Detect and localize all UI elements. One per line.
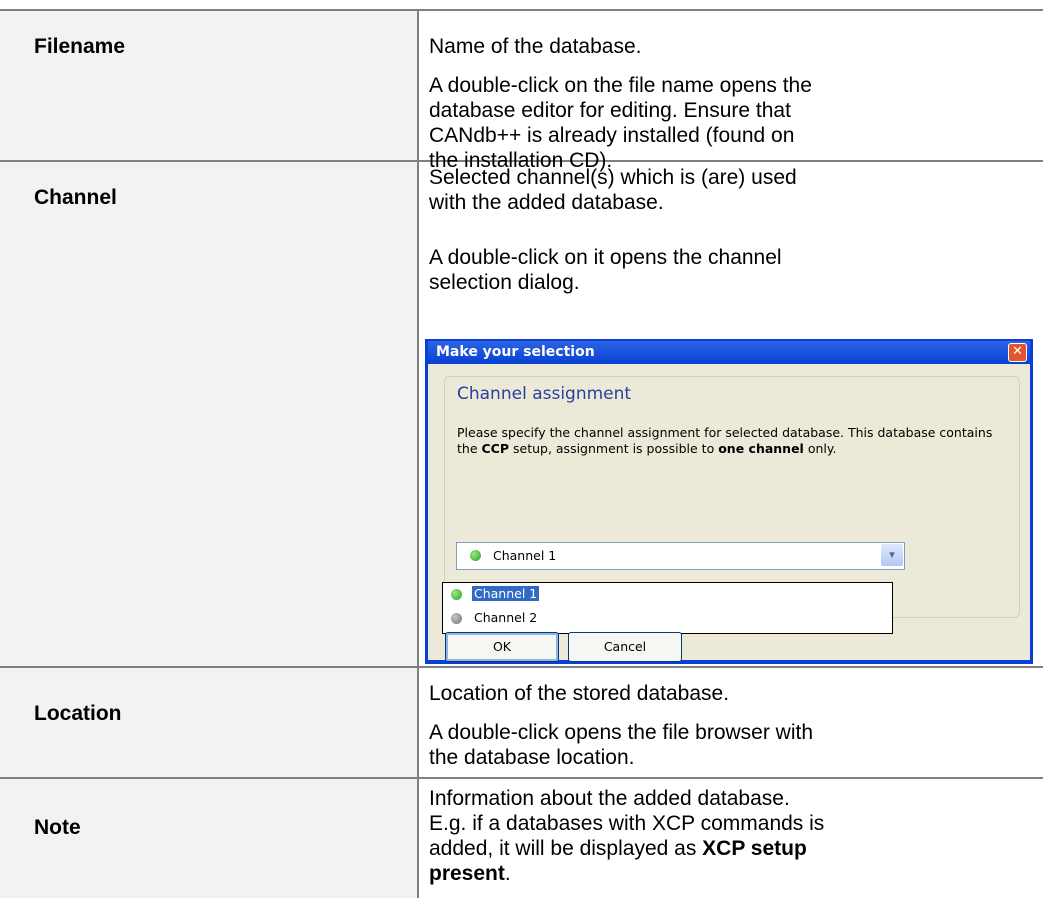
option-label-selected: Channel 1 (472, 586, 540, 601)
row-label-channel: Channel (34, 186, 117, 209)
row-divider (0, 777, 1043, 779)
channel-selection-dialog: Make your selection ✕ Channel assignment… (425, 339, 1033, 664)
channel-select-value: Channel 1 (493, 548, 557, 563)
dropdown-option-channel-1[interactable]: Channel 1 (443, 583, 892, 607)
filename-desc-2: A double-click on the file name opens th… (429, 74, 812, 172)
dialog-title: Make your selection (436, 344, 595, 360)
instructions-bold-one-channel: one channel (718, 441, 804, 456)
ok-button[interactable]: OK (445, 632, 559, 662)
chevron-down-icon[interactable]: ▾ (881, 544, 903, 566)
channel-dropdown-list: Channel 1 Channel 2 (442, 582, 893, 634)
label-cell-filename (0, 9, 417, 160)
status-dot-green-icon (470, 550, 481, 561)
status-dot-green-icon (451, 589, 462, 600)
location-desc-1: Location of the stored database. (429, 682, 730, 705)
row-divider (0, 9, 1043, 11)
channel-desc-1: Selected channel(s) which is (are) used … (429, 166, 797, 214)
instructions-text: setup, assignment is possible to (509, 441, 719, 456)
location-desc-2: A double-click opens the file browser wi… (429, 721, 814, 769)
label-cell-channel (0, 161, 417, 666)
row-label-filename: Filename (34, 35, 126, 58)
cancel-button[interactable]: Cancel (568, 632, 682, 662)
close-icon[interactable]: ✕ (1008, 343, 1027, 362)
dialog-titlebar: Make your selection ✕ (428, 341, 1030, 363)
option-label: Channel 1 (472, 586, 540, 601)
status-dot-grey-icon (451, 613, 462, 624)
dialog-body: Channel assignment Please specify the ch… (428, 364, 1030, 662)
note-desc: Information about the added database. E.… (429, 786, 829, 886)
filename-desc-1: Name of the database. (429, 35, 642, 58)
column-divider (417, 9, 419, 898)
group-title: Channel assignment (457, 384, 632, 404)
channel-select[interactable]: Channel 1 ▾ (456, 542, 905, 570)
option-label: Channel 2 (474, 610, 538, 625)
row-label-location: Location (34, 702, 122, 725)
group-instructions: Please specify the channel assignment fo… (457, 425, 1012, 457)
instructions-text: only. (803, 441, 837, 456)
instructions-bold-ccp: CCP (481, 441, 510, 456)
note-desc-end: . (504, 862, 511, 885)
row-divider (0, 666, 1043, 668)
row-label-note: Note (34, 816, 81, 839)
channel-desc-2: A double-click on it opens the channel s… (429, 246, 782, 294)
dropdown-option-channel-2[interactable]: Channel 2 (443, 607, 892, 631)
